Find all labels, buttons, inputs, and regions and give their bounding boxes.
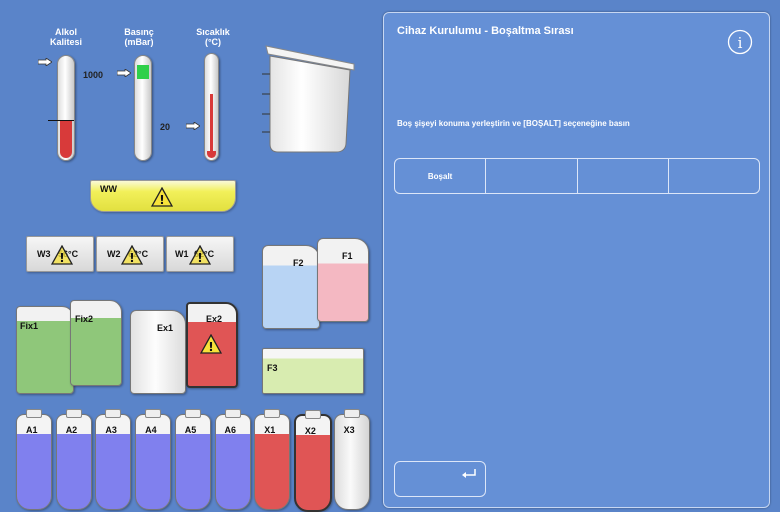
svg-text:!: ! <box>197 251 202 265</box>
empty-button[interactable]: Boşalt <box>395 159 487 193</box>
bottle-label: F3 <box>267 363 278 373</box>
gauge-label-temperature-line2: (°C) <box>204 37 222 47</box>
gauge-label-alcohol: Alkol Kalitesi <box>44 27 88 47</box>
pressure-gauge <box>134 55 152 161</box>
bottle-label: A2 <box>65 425 78 435</box>
waste-wax-tray[interactable]: WW ! <box>90 180 236 212</box>
bottle-label: A5 <box>184 425 197 435</box>
waste-tray-label: WW <box>100 184 117 194</box>
bottle-cap <box>304 410 321 419</box>
pressure-value: 1000 <box>83 70 104 80</box>
reagent-bottle-a6[interactable]: A6 <box>214 409 251 510</box>
svg-text:i: i <box>738 34 743 52</box>
bottle-label: A4 <box>145 425 157 435</box>
bottle-cap <box>26 409 42 418</box>
gauge-label-alcohol-line1: Alkol <box>54 27 77 37</box>
temperature-value: 20 <box>160 122 171 132</box>
reagent-bottle-a1[interactable]: A1 <box>16 409 52 510</box>
gauge-label-pressure-line1: Basınç <box>124 27 154 37</box>
temperature-indicator-arrow-icon <box>186 122 200 130</box>
bottle-label: Fix2 <box>75 314 94 324</box>
warning-icon: ! <box>51 245 73 265</box>
bottle-label: F2 <box>293 258 304 268</box>
retort-container-icon <box>262 45 355 153</box>
warning-icon: ! <box>121 245 143 265</box>
wax-bath-label: W3 <box>37 249 51 259</box>
wax-bath-w1[interactable]: W1 62°C ! <box>166 236 234 272</box>
alcohol-indicator-arrow-icon <box>38 58 52 66</box>
bottle-cap <box>65 409 82 418</box>
reagent-bottle-x1[interactable]: X1 <box>254 409 291 510</box>
fixative-bottle-fix2[interactable]: Fix2 <box>70 300 122 386</box>
wax-bath-w3[interactable]: W3 56°C ! <box>26 236 94 272</box>
warning-icon: ! <box>189 245 211 265</box>
temperature-level-fill <box>210 94 213 154</box>
reagent-bottle-a2[interactable]: A2 <box>55 409 92 510</box>
gauge-label-alcohol-line2: Kalitesi <box>49 37 82 47</box>
bottle-cap <box>105 409 122 418</box>
flush-bottle-f3[interactable]: F3 <box>262 348 364 394</box>
bottle-cap <box>184 409 201 418</box>
extra-bottle-ex2[interactable]: Ex2 ! <box>186 302 238 388</box>
gauge-label-temperature: Sıcaklık (°C) <box>188 27 238 47</box>
reagent-bottle-a3[interactable]: A3 <box>95 409 132 510</box>
alcohol-level-fill <box>60 120 72 158</box>
sequence-slot-4[interactable] <box>669 159 759 193</box>
bottle-cap <box>264 409 281 418</box>
svg-text:!: ! <box>159 193 164 207</box>
bottle-cap <box>145 409 162 418</box>
empty-button-label: Boşalt <box>427 171 453 181</box>
temperature-gauge <box>204 53 219 161</box>
warning-icon: ! <box>151 187 173 207</box>
bottle-cap <box>343 409 360 418</box>
bottle-label: Ex2 <box>206 314 223 324</box>
reagent-bottle-a4[interactable]: A4 <box>135 409 172 510</box>
bottle-label: A1 <box>26 425 38 435</box>
extra-bottle-ex1[interactable]: Ex1 <box>130 310 186 394</box>
return-arrow-icon <box>462 469 476 478</box>
sequence-slot-2[interactable] <box>486 159 578 193</box>
pressure-level-fill <box>137 65 149 79</box>
sequence-slot-3[interactable] <box>578 159 669 193</box>
info-icon[interactable]: i <box>727 29 753 55</box>
gauge-label-pressure: Basınç (mBar) <box>117 27 161 47</box>
empty-sequence-button-bar: Boşalt <box>394 158 760 194</box>
svg-text:!: ! <box>208 340 213 354</box>
warning-icon: ! <box>200 334 222 354</box>
fixative-bottle-fix1[interactable]: Fix1 <box>16 306 74 394</box>
wax-bath-label: W1 <box>175 249 189 259</box>
alcohol-quality-gauge <box>48 55 75 161</box>
reagent-bottle-a5[interactable]: A5 <box>174 409 211 510</box>
flush-bottle-f1[interactable]: F1 <box>317 238 369 322</box>
reagent-bottle-x3[interactable]: X3 <box>333 409 370 510</box>
bottle-label: F1 <box>342 251 353 261</box>
bottle-cap <box>224 409 241 418</box>
reagent-bottle-x2[interactable]: X2 <box>293 410 332 512</box>
bottle-label: Fix1 <box>20 321 39 331</box>
wax-bath-label: W2 <box>107 249 121 259</box>
flush-bottle-f2[interactable]: F2 <box>262 245 320 329</box>
svg-text:!: ! <box>129 251 134 265</box>
temperature-bulb <box>207 151 216 158</box>
alcohol-threshold-line <box>48 120 74 121</box>
bottle-label: X1 <box>264 425 276 435</box>
bottle-label: A3 <box>105 425 117 435</box>
panel-instruction: Boş şişeyi konuma yerleştirin ve [BOŞALT… <box>397 119 630 128</box>
back-button[interactable] <box>394 461 486 497</box>
svg-text:!: ! <box>59 251 64 265</box>
panel-title: Cihaz Kurulumu - Boşaltma Sırası <box>397 25 574 37</box>
pressure-indicator-arrow-icon <box>117 69 131 77</box>
setup-panel: Cihaz Kurulumu - Boşaltma Sırası i Boş ş… <box>383 12 770 508</box>
bottle-label: A6 <box>224 425 237 435</box>
gauge-label-temperature-line1: Sıcaklık <box>196 27 230 37</box>
gauge-label-pressure-line2: (mBar) <box>124 37 154 47</box>
bottle-label: Ex1 <box>157 323 174 333</box>
bottle-label: X2 <box>304 426 316 436</box>
bottle-label: X3 <box>343 425 355 435</box>
wax-bath-w2[interactable]: W2 62°C ! <box>96 236 164 272</box>
